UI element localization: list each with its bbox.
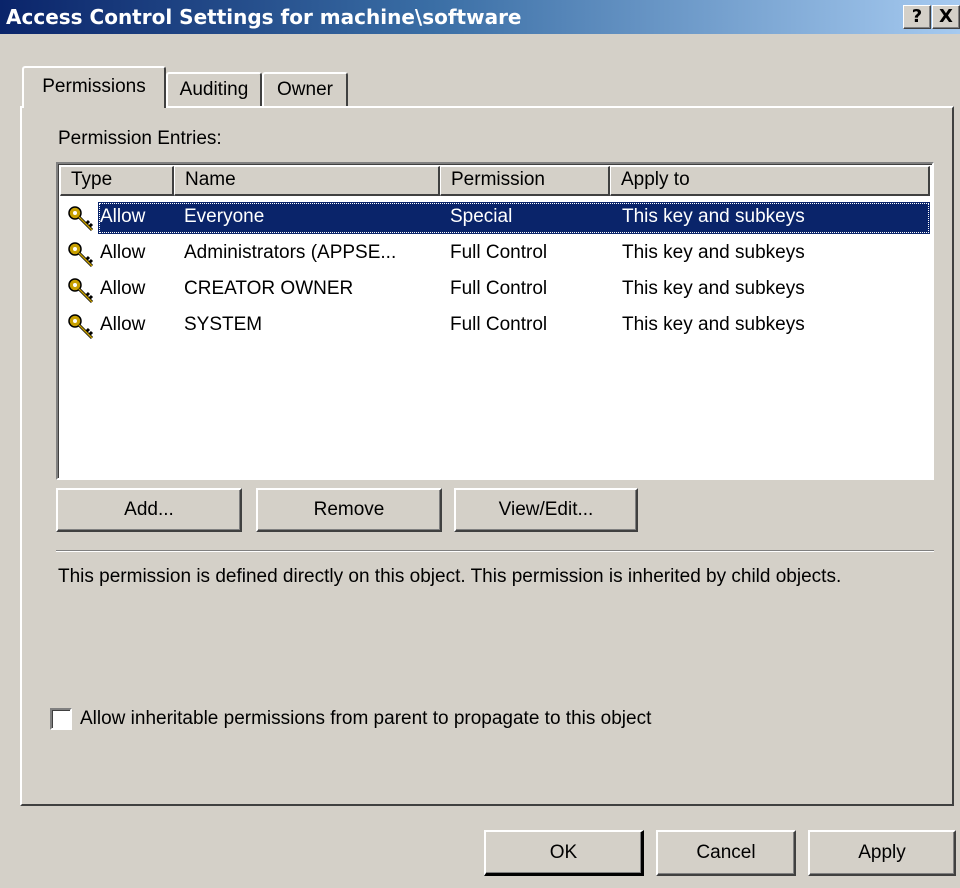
close-button[interactable]: X bbox=[932, 5, 960, 29]
cell-apply-to: This key and subkeys bbox=[622, 242, 805, 263]
apply-button[interactable]: Apply bbox=[808, 830, 956, 876]
tab-permissions[interactable]: Permissions bbox=[22, 66, 166, 108]
inherit-permissions-label[interactable]: Allow inheritable permissions from paren… bbox=[80, 708, 651, 730]
tab-auditing[interactable]: Auditing bbox=[166, 72, 262, 108]
key-icon bbox=[66, 204, 96, 234]
table-row[interactable]: Allow SYSTEM Full Control This key and subk… bbox=[60, 310, 932, 344]
remove-button-label: Remove bbox=[313, 499, 385, 520]
table-row[interactable]: Allow CREATOR OWNER Full Control This key a… bbox=[60, 274, 932, 308]
apply-button-label: Apply bbox=[858, 842, 906, 863]
window-title: Access Control Settings for machine\soft… bbox=[6, 5, 522, 29]
column-header-type[interactable]: Type bbox=[60, 166, 174, 196]
column-header-permission[interactable]: Permission bbox=[440, 166, 610, 196]
column-header-name[interactable]: Name bbox=[174, 166, 440, 196]
help-button[interactable]: ? bbox=[903, 5, 931, 29]
cell-type: Allow bbox=[100, 278, 146, 299]
remove-button[interactable]: Remove bbox=[256, 488, 442, 532]
table-row[interactable]: Allow Administrators (APPSE... Full Contro… bbox=[60, 238, 932, 272]
column-header-apply-to[interactable]: Apply to bbox=[610, 166, 930, 196]
table-row[interactable]: Allow Everyone Special This key and subkeys bbox=[60, 202, 932, 236]
cancel-button-label: Cancel bbox=[696, 842, 756, 863]
cell-apply-to: This key and subkeys bbox=[622, 206, 805, 227]
cell-type: Allow bbox=[100, 206, 146, 227]
cell-type: Allow bbox=[100, 242, 146, 263]
cell-type: Allow bbox=[100, 314, 146, 335]
view-edit-button-label: View/Edit... bbox=[498, 499, 594, 520]
key-icon bbox=[66, 240, 96, 270]
permission-entries-list[interactable]: Type Name Permission Apply to Allow Every… bbox=[56, 162, 934, 480]
cell-name: SYSTEM bbox=[184, 314, 263, 335]
cell-apply-to: This key and subkeys bbox=[622, 278, 805, 299]
cell-permission: Full Control bbox=[450, 242, 548, 263]
add-button[interactable]: Add... bbox=[56, 488, 242, 532]
key-icon bbox=[66, 312, 96, 342]
cell-permission: Special bbox=[450, 206, 513, 227]
separator bbox=[56, 550, 934, 552]
cell-apply-to: This key and subkeys bbox=[622, 314, 805, 335]
permission-description: This permission is defined directly on t… bbox=[58, 566, 842, 587]
cell-name: Everyone bbox=[184, 206, 265, 227]
view-edit-button[interactable]: View/Edit... bbox=[454, 488, 638, 532]
cell-name: CREATOR OWNER bbox=[184, 278, 354, 299]
key-icon bbox=[66, 276, 96, 306]
cell-permission: Full Control bbox=[450, 278, 548, 299]
inherit-permissions-checkbox[interactable] bbox=[50, 708, 72, 730]
ok-button-label: OK bbox=[549, 842, 578, 863]
ok-button[interactable]: OK bbox=[484, 830, 644, 876]
cell-permission: Full Control bbox=[450, 314, 548, 335]
cancel-button[interactable]: Cancel bbox=[656, 830, 796, 876]
add-button-label: Add... bbox=[124, 499, 174, 520]
tab-owner[interactable]: Owner bbox=[262, 72, 348, 108]
cell-name: Administrators (APPSE... bbox=[184, 242, 397, 263]
permission-entries-label: Permission Entries: bbox=[58, 128, 222, 149]
